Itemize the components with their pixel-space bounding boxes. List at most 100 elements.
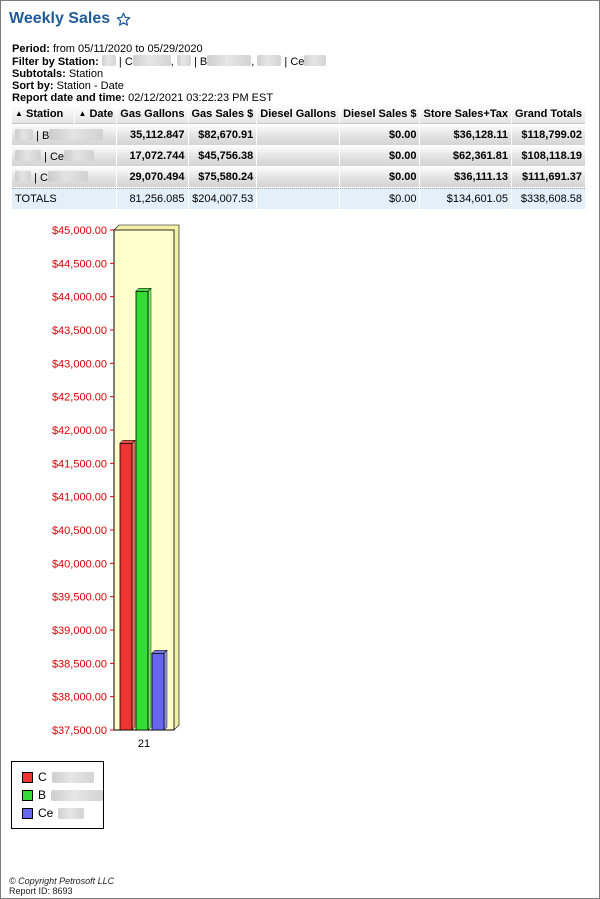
station-cell: | C <box>12 167 117 187</box>
column-header-date[interactable]: ▲ Date <box>75 105 117 124</box>
sales-bar-chart: $45,000.00 $44,500.00 $44,000.00 $43,500.00… <box>52 224 180 750</box>
bar-3 <box>151 652 165 731</box>
legend-swatch <box>22 789 33 801</box>
total-gas-sales: $204,007.53 <box>188 188 257 209</box>
y-tick-label: $41,500.00 <box>52 458 107 470</box>
gas-gallons-cell: 29,070.494 <box>117 167 188 187</box>
page-title: Weekly Sales <box>9 10 131 28</box>
y-tick-label: $38,000.00 <box>52 692 107 704</box>
totals-label: TOTALS <box>12 188 117 209</box>
gas-sales-cell: $45,756.38 <box>188 146 257 166</box>
gas-gallons-cell: 35,112.847 <box>117 125 188 145</box>
redacted-text <box>15 170 31 182</box>
bar-side-face <box>163 649 168 731</box>
store-sales-cell: $62,361.81 <box>420 146 511 166</box>
store-sales-cell: $36,128.11 <box>420 125 511 145</box>
sales-table: ▲ Station ▲ Date Gas Gallons Gas Sales $… <box>11 104 586 210</box>
title-text: Weekly Sales <box>9 10 111 27</box>
total-diesel-gallons <box>257 188 340 209</box>
y-tick-label: $39,000.00 <box>52 625 107 637</box>
diesel-sales-cell: $0.00 <box>340 146 420 166</box>
redacted-text <box>15 149 41 161</box>
y-tick-label: $42,500.00 <box>52 392 107 404</box>
total-grand-totals: $338,608.58 <box>511 188 585 209</box>
column-header-gas-sales[interactable]: Gas Sales $ <box>188 105 257 124</box>
diesel-gallons-cell <box>257 125 340 145</box>
copyright-text: © Copyright Petrosoft LLC <box>9 876 115 886</box>
period-row: Period: from 05/11/2020 to 05/29/2020 <box>12 43 203 55</box>
sort-asc-icon: ▲ <box>78 109 87 118</box>
redacted-text <box>304 55 327 66</box>
grand-totals-cell: $108,118.19 <box>511 146 585 166</box>
redacted-text <box>257 55 282 66</box>
legend-item: Ce <box>22 806 85 820</box>
redacted-text <box>51 789 104 801</box>
grand-totals-cell: $111,691.37 <box>511 167 585 187</box>
redacted-text <box>101 55 116 66</box>
legend-swatch <box>22 807 33 819</box>
table-header-row: ▲ Station ▲ Date Gas Gallons Gas Sales $… <box>12 105 585 124</box>
station-cell: | B <box>12 125 117 145</box>
bar-1 <box>119 442 133 731</box>
report-date-row: Report date and time: 02/12/2021 03:22:2… <box>12 92 274 104</box>
grand-totals-cell: $118,799.02 <box>511 125 585 145</box>
y-tick-label: $43,500.00 <box>52 325 107 337</box>
redacted-text <box>58 807 85 819</box>
totals-row: TOTALS 81,256.085 $204,007.53 $0.00 $134… <box>12 188 585 209</box>
redacted-text <box>51 771 94 783</box>
diesel-sales-cell: $0.00 <box>340 125 420 145</box>
gas-sales-cell: $82,670.91 <box>188 125 257 145</box>
legend-item: B <box>22 788 104 802</box>
column-header-grand-totals[interactable]: Grand Totals <box>511 105 585 124</box>
diesel-gallons-cell <box>257 167 340 187</box>
total-gas-gallons: 81,256.085 <box>117 188 188 209</box>
redacted-text <box>207 55 252 66</box>
y-tick-label: $37,500.00 <box>52 725 107 737</box>
bar-2 <box>135 290 149 731</box>
column-header-diesel-sales[interactable]: Diesel Sales $ <box>340 105 420 124</box>
station-cell: | Ce <box>12 146 117 166</box>
redacted-text <box>47 170 88 182</box>
legend-item: C <box>22 770 94 784</box>
sort-row: Sort by: Station - Date <box>12 80 124 92</box>
x-tick-label: 21 <box>138 738 150 750</box>
total-store-sales: $134,601.05 <box>420 188 511 209</box>
diesel-gallons-cell <box>257 146 340 166</box>
redacted-text <box>49 128 104 140</box>
y-tick-label: $39,500.00 <box>52 592 107 604</box>
y-tick-label: $44,000.00 <box>52 292 107 304</box>
y-tick-label: $40,000.00 <box>52 558 107 570</box>
sort-asc-icon: ▲ <box>15 109 23 118</box>
bar-side-face <box>131 439 136 731</box>
column-header-gas-gallons[interactable]: Gas Gallons <box>117 105 188 124</box>
subtotals-row: Subtotals: Station <box>12 68 104 80</box>
redacted-text <box>132 55 171 66</box>
filter-row: Filter by Station: | C, | B, | Ce <box>12 55 327 68</box>
diesel-sales-cell: $0.00 <box>340 167 420 187</box>
report-meta: Period: from 05/11/2020 to 05/29/2020 Fi… <box>12 43 327 104</box>
report-id: Report ID: 8693 <box>9 886 73 896</box>
y-tick-label: $41,000.00 <box>52 492 107 504</box>
column-header-store-sales[interactable]: Store Sales+Tax <box>420 105 511 124</box>
star-outline-icon[interactable] <box>116 12 131 27</box>
total-diesel-sales: $0.00 <box>340 188 420 209</box>
y-tick-label: $42,000.00 <box>52 425 107 437</box>
column-header-diesel-gallons[interactable]: Diesel Gallons <box>257 105 340 124</box>
table-row[interactable]: | Ce 17,072.744 $45,756.38 $0.00 $62,361… <box>12 146 585 166</box>
y-tick-label: $40,500.00 <box>52 525 107 537</box>
redacted-text <box>15 128 33 140</box>
redacted-text <box>176 55 191 66</box>
column-header-station[interactable]: ▲ Station <box>12 105 75 124</box>
y-tick-label: $38,500.00 <box>52 658 107 670</box>
store-sales-cell: $36,111.13 <box>420 167 511 187</box>
table-row[interactable]: | C 29,070.494 $75,580.24 $0.00 $36,111.… <box>12 167 585 187</box>
gas-sales-cell: $75,580.24 <box>188 167 257 187</box>
gas-gallons-cell: 17,072.744 <box>117 146 188 166</box>
redacted-text <box>64 149 95 161</box>
y-tick-label: $43,000.00 <box>52 358 107 370</box>
y-tick-label: $45,000.00 <box>52 225 107 237</box>
table-row[interactable]: | B 35,112.847 $82,670.91 $0.00 $36,128.… <box>12 125 585 145</box>
y-tick-label: $44,500.00 <box>52 258 107 270</box>
page-footer: © Copyright Petrosoft LLC Report ID: 869… <box>9 876 114 896</box>
legend-swatch <box>22 771 33 783</box>
